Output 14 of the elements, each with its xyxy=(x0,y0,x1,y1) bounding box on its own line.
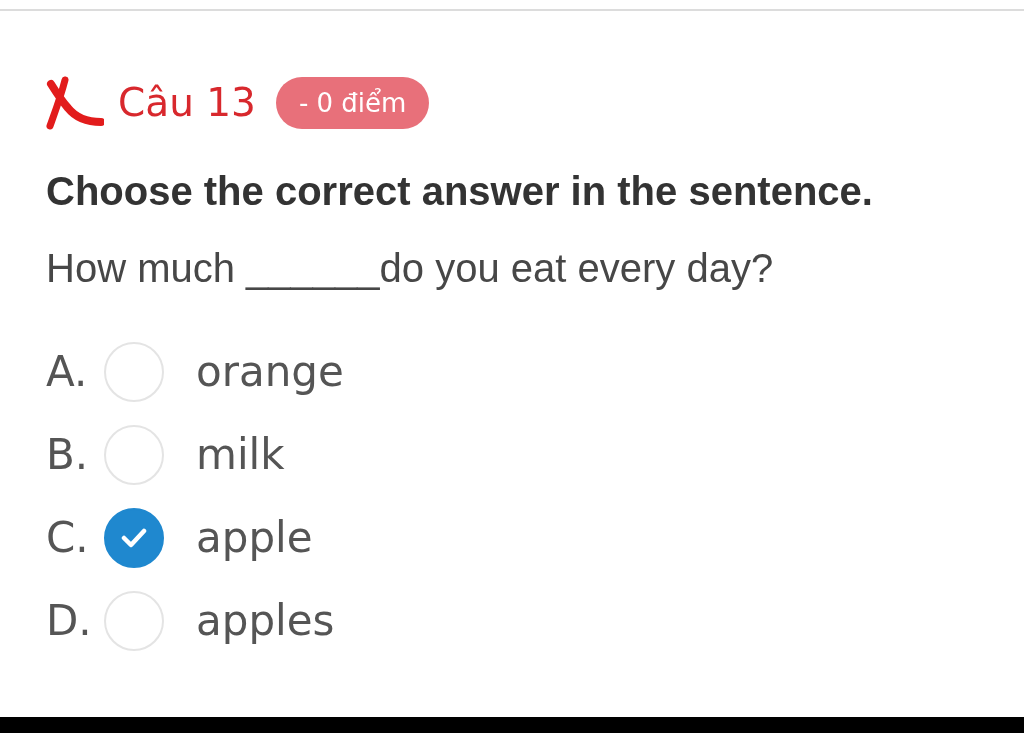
score-badge: - 0 điểm xyxy=(275,77,430,129)
question-instruction: Choose the correct answer in the sentence. xyxy=(46,168,874,215)
question-number: Câu 13 xyxy=(118,79,256,127)
check-icon xyxy=(121,528,147,548)
option-letter: D. xyxy=(46,595,93,647)
option-label: milk xyxy=(196,429,285,481)
option-label: orange xyxy=(196,346,344,398)
option-label: apple xyxy=(196,512,313,564)
option-letter: C. xyxy=(46,512,90,564)
question-sentence: How much ______do you eat every day? xyxy=(46,245,775,292)
option-label: apples xyxy=(196,595,335,647)
option-letter: A. xyxy=(46,346,89,398)
option-letter: B. xyxy=(46,429,90,481)
radio-button[interactable] xyxy=(104,508,164,568)
